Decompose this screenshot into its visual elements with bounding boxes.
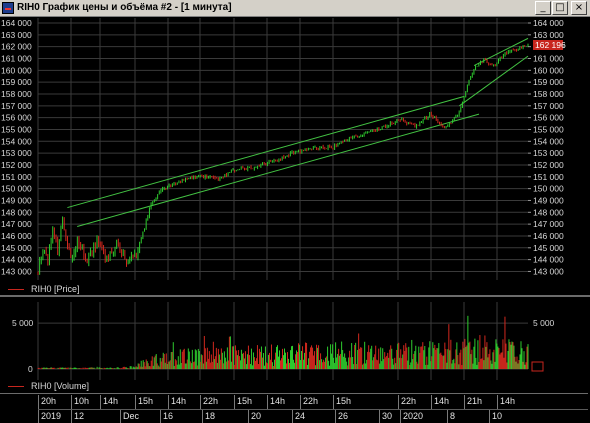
price-y-tick-left: 160 000 bbox=[1, 65, 32, 75]
price-y-tick-right: 146 000 bbox=[533, 231, 564, 241]
date-label: 24 bbox=[292, 410, 305, 423]
date-label: 26 bbox=[335, 410, 348, 423]
price-y-tick-left: 153 000 bbox=[1, 148, 32, 158]
panel-splitter[interactable] bbox=[0, 295, 590, 297]
date-label: 18 bbox=[202, 410, 215, 423]
hour-label: 21h bbox=[464, 395, 482, 409]
price-y-tick-left: 162 000 bbox=[1, 42, 32, 52]
price-y-tick-left: 151 000 bbox=[1, 172, 32, 182]
hour-label: 14h bbox=[100, 395, 118, 409]
date-label: 12 bbox=[71, 410, 84, 423]
title-bar[interactable]: RIH0 График цены и объёма #2 - [1 минута… bbox=[0, 0, 590, 17]
price-y-tick-left: 150 000 bbox=[1, 184, 32, 194]
price-y-tick-right: 163 000 bbox=[533, 30, 564, 40]
price-y-tick-right: 143 000 bbox=[533, 266, 564, 276]
price-y-tick-left: 163 000 bbox=[1, 30, 32, 40]
price-y-tick-left: 146 000 bbox=[1, 231, 32, 241]
price-y-tick-right: 145 000 bbox=[533, 243, 564, 253]
price-y-tick-left: 152 000 bbox=[1, 160, 32, 170]
date-label: Dec bbox=[120, 410, 139, 423]
close-button[interactable]: × bbox=[571, 1, 587, 15]
date-label: 16 bbox=[160, 410, 173, 423]
price-legend-swatch bbox=[8, 289, 24, 291]
price-y-tick-right: 152 000 bbox=[533, 160, 564, 170]
hour-label: 15h bbox=[333, 395, 351, 409]
time-axis-hours: 20h 10h 14h 15h 14h 22h 15h 14h 22h 15h … bbox=[38, 395, 588, 409]
hour-label: 15h bbox=[135, 395, 153, 409]
hour-label: 22h bbox=[300, 395, 318, 409]
price-y-tick-right: 153 000 bbox=[533, 148, 564, 158]
price-y-tick-right: 159 000 bbox=[533, 77, 564, 87]
volume-y-tick-left: 0 bbox=[28, 364, 33, 374]
price-y-tick-left: 154 000 bbox=[1, 136, 32, 146]
price-y-tick-right: 151 000 bbox=[533, 172, 564, 182]
volume-legend-label: RIH0 [Volume] bbox=[31, 381, 90, 391]
price-y-tick-left: 159 000 bbox=[1, 77, 32, 87]
date-label: 30 bbox=[379, 410, 392, 423]
date-label: 8 bbox=[447, 410, 455, 423]
app-icon bbox=[2, 2, 14, 14]
maximize-button[interactable]: □ bbox=[552, 1, 568, 15]
price-legend: RIH0 [Price] bbox=[8, 284, 80, 294]
window-title: RIH0 График цены и объёма #2 - [1 минута… bbox=[17, 2, 232, 13]
hour-label: 22h bbox=[398, 395, 416, 409]
hour-label: 10h bbox=[71, 395, 89, 409]
price-y-tick-left: 157 000 bbox=[1, 101, 32, 111]
price-y-tick-right: 150 000 bbox=[533, 184, 564, 194]
price-y-tick-left: 155 000 bbox=[1, 124, 32, 134]
price-y-tick-left: 161 000 bbox=[1, 53, 32, 63]
volume-legend-swatch bbox=[8, 386, 24, 388]
price-y-tick-left: 149 000 bbox=[1, 195, 32, 205]
price-y-tick-left: 147 000 bbox=[1, 219, 32, 229]
date-label: 10 bbox=[489, 410, 502, 423]
price-y-tick-right: 156 000 bbox=[533, 113, 564, 123]
price-y-tick-left: 158 000 bbox=[1, 89, 32, 99]
hour-label: 20h bbox=[38, 395, 56, 409]
time-axis-dates: 2019 12 Dec 16 18 20 24 26 30 2020 8 10 bbox=[38, 409, 588, 423]
date-label: 20 bbox=[248, 410, 261, 423]
price-y-tick-left: 144 000 bbox=[1, 255, 32, 265]
volume-panel[interactable]: 5 000 5 000 0 bbox=[0, 302, 590, 392]
price-y-tick-right: 160 000 bbox=[533, 65, 564, 75]
time-axis[interactable]: 20h 10h 14h 15h 14h 22h 15h 14h 22h 15h … bbox=[38, 393, 588, 423]
price-y-tick-right: 157 000 bbox=[533, 101, 564, 111]
volume-legend: RIH0 [Volume] bbox=[8, 381, 89, 391]
last-price-marker: 162 196 bbox=[533, 40, 566, 50]
hour-label: 14h bbox=[497, 395, 515, 409]
price-y-tick-left: 143 000 bbox=[1, 266, 32, 276]
date-label: 2019 bbox=[38, 410, 61, 423]
price-y-tick-right: 154 000 bbox=[533, 136, 564, 146]
hour-label: 14h bbox=[168, 395, 186, 409]
price-legend-label: RIH0 [Price] bbox=[31, 284, 80, 294]
price-y-tick-left: 156 000 bbox=[1, 113, 32, 123]
price-y-tick-left: 164 000 bbox=[1, 18, 32, 28]
price-panel[interactable]: 164 000164 000163 000163 000162 000162 0… bbox=[0, 18, 590, 290]
volume-y-tick-right: 5 000 bbox=[533, 318, 555, 328]
price-y-tick-right: 148 000 bbox=[533, 207, 564, 217]
price-y-tick-right: 147 000 bbox=[533, 219, 564, 229]
price-chart[interactable]: 164 000164 000163 000163 000162 000162 0… bbox=[0, 18, 590, 290]
hour-label: 14h bbox=[431, 395, 449, 409]
price-y-tick-right: 144 000 bbox=[533, 255, 564, 265]
hour-label: 15h bbox=[234, 395, 252, 409]
date-label: 2020 bbox=[400, 410, 423, 423]
minimize-button[interactable]: _ bbox=[535, 1, 551, 15]
price-y-tick-right: 161 000 bbox=[533, 53, 564, 63]
price-y-tick-left: 148 000 bbox=[1, 207, 32, 217]
price-y-tick-right: 155 000 bbox=[533, 124, 564, 134]
volume-chart[interactable]: 5 000 5 000 0 bbox=[0, 302, 590, 380]
price-y-tick-right: 164 000 bbox=[533, 18, 564, 28]
hour-label: 22h bbox=[200, 395, 218, 409]
hour-label: 14h bbox=[267, 395, 285, 409]
price-y-tick-left: 145 000 bbox=[1, 243, 32, 253]
time-axis-corner bbox=[0, 393, 38, 423]
last-price-label: 162 196 bbox=[535, 40, 566, 50]
price-y-tick-right: 149 000 bbox=[533, 195, 564, 205]
price-y-tick-right: 158 000 bbox=[533, 89, 564, 99]
volume-y-tick-left: 5 000 bbox=[12, 318, 34, 328]
